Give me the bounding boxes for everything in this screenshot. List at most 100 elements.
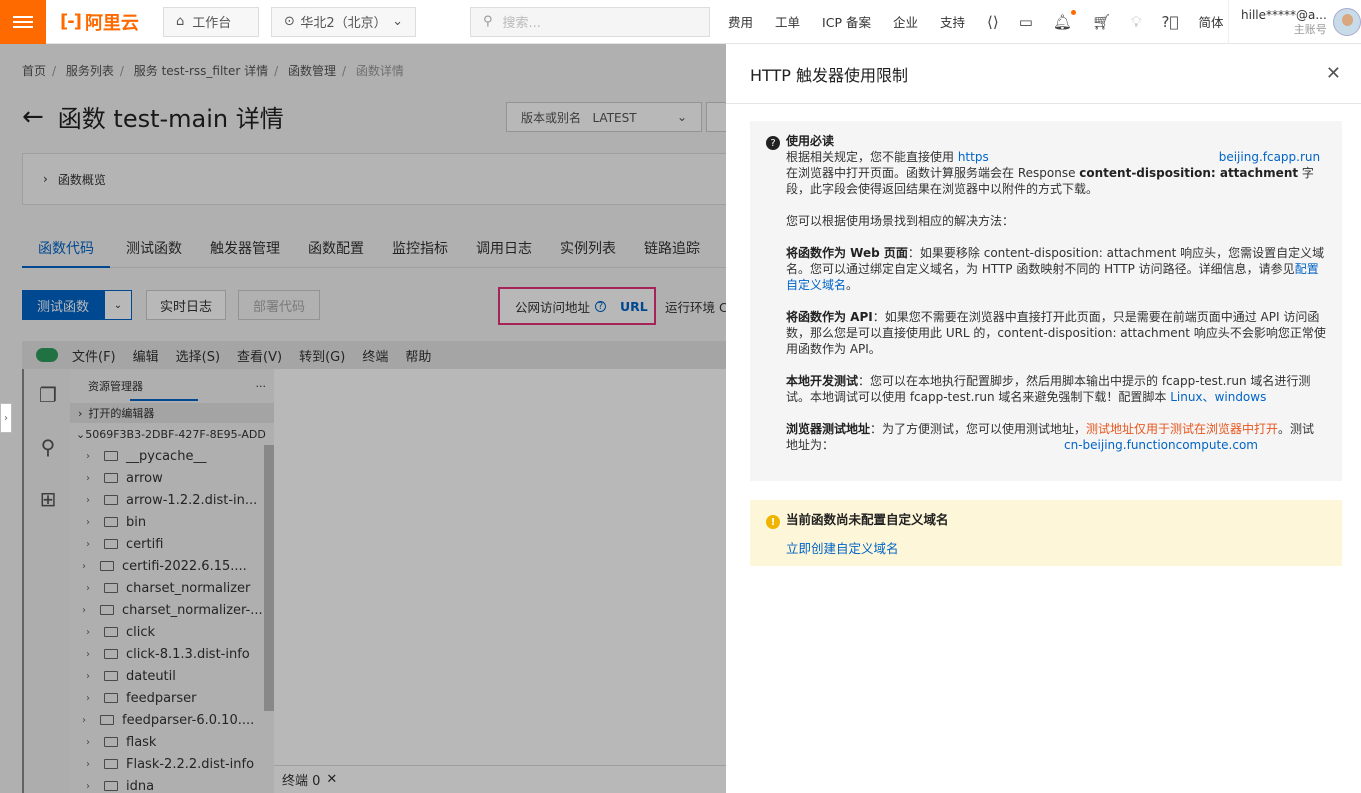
nav-tickets[interactable]: 工单 xyxy=(775,12,800,31)
breadcrumb-service-detail[interactable]: 服务 test-rss_filter 详情 xyxy=(134,64,268,78)
more-icon[interactable]: ··· xyxy=(256,380,267,393)
breadcrumb-home[interactable]: 首页 xyxy=(22,64,46,78)
tree-folder[interactable]: › dateutil xyxy=(70,665,274,687)
linux-script-link[interactable]: Linux xyxy=(1170,390,1202,404)
extensions-icon[interactable]: ⊞ xyxy=(24,473,72,525)
tree-folder[interactable]: › arrow-1.2.2.dist-in... xyxy=(70,489,274,511)
tree-folder[interactable]: › click-8.1.3.dist-info xyxy=(70,643,274,665)
tree-folder[interactable]: › feedparser-6.0.10.... xyxy=(70,709,274,731)
folder-icon xyxy=(104,473,118,483)
region-select[interactable]: ⊙ 华北2（北京） ⌄ xyxy=(271,6,416,37)
tree-folder-label: dateutil xyxy=(126,668,176,684)
tree-folder[interactable]: › charset_normalizer xyxy=(70,577,274,599)
create-custom-domain-link[interactable]: 立即创建自定义域名 xyxy=(786,538,1326,557)
folder-icon xyxy=(104,583,118,593)
code-icon[interactable]: ⟨⟩ xyxy=(987,13,999,31)
cart-icon[interactable]: 🛒︎ xyxy=(1092,13,1111,31)
terminal-icon[interactable]: ▭ xyxy=(1019,13,1033,31)
nav-enterprise[interactable]: 企业 xyxy=(893,12,918,31)
tree-folder[interactable]: › flask xyxy=(70,731,274,753)
tree-folder[interactable]: › __pycache__ xyxy=(70,445,274,467)
test-function-button[interactable]: 测试函数 xyxy=(22,290,104,320)
lightbulb-icon[interactable]: 💡︎ xyxy=(1131,13,1142,31)
help-icon[interactable]: ?⃝ xyxy=(1162,13,1179,31)
nav-fees[interactable]: 费用 xyxy=(728,12,753,31)
tab-metrics[interactable]: 监控指标 xyxy=(392,234,448,268)
tab-logs[interactable]: 调用日志 xyxy=(476,234,532,268)
tab-triggers[interactable]: 触发器管理 xyxy=(210,234,280,268)
ide-menu-view[interactable]: 查看(V) xyxy=(237,346,282,365)
chevron-right-icon: › xyxy=(86,516,90,528)
folder-icon xyxy=(104,649,118,659)
tree-folder[interactable]: › arrow xyxy=(70,467,274,489)
editor-area[interactable] xyxy=(274,369,726,765)
ide-menu-help[interactable]: 帮助 xyxy=(405,346,431,365)
search-icon[interactable]: ⚲ xyxy=(24,421,72,473)
deploy-code-button[interactable]: 部署代码 xyxy=(238,290,320,320)
language-switch[interactable]: 简体 xyxy=(1198,12,1223,31)
notice-paragraph-browser: 浏览器测试地址：为了方便测试，您可以使用测试地址，测试地址仅用于测试在浏览器中打… xyxy=(786,422,1315,452)
nav-support[interactable]: 支持 xyxy=(940,12,965,31)
location-icon: ⊙ xyxy=(284,14,295,29)
version-select[interactable]: 版本或别名 LATEST ⌄ xyxy=(506,102,702,132)
explorer-title: 资源管理器 xyxy=(88,380,143,393)
trigger-url-link[interactable]: https xyxy=(958,150,989,164)
folder-icon xyxy=(100,605,114,615)
tree-folder-label: __pycache__ xyxy=(126,448,207,464)
tab-code[interactable]: 函数代码 xyxy=(22,234,110,268)
notice-title: 使用必读 xyxy=(786,134,835,148)
ide-menu-edit[interactable]: 编辑 xyxy=(133,346,159,365)
tab-tracing[interactable]: 链路追踪 xyxy=(644,234,700,268)
windows-script-link[interactable]: windows xyxy=(1215,390,1267,404)
tree-folder[interactable]: › certifi xyxy=(70,533,274,555)
ide-menubar: 文件(F) 编辑 选择(S) 查看(V) 转到(G) 终端 帮助 xyxy=(22,341,726,369)
workspace-root[interactable]: ⌄ 5069F3B3-2DBF-427F-8E95-ADD xyxy=(70,423,274,445)
bell-icon[interactable]: 🔔︎ xyxy=(1053,9,1076,31)
close-icon[interactable]: ✕ xyxy=(326,772,337,787)
tab-config[interactable]: 函数配置 xyxy=(308,234,364,268)
search-input[interactable]: ⚲ 搜索... xyxy=(470,6,710,37)
tree-folder-label: charset_normalizer-... xyxy=(122,602,263,618)
ide-menu-terminal[interactable]: 终端 xyxy=(362,346,388,365)
aliyun-logo[interactable]: [-] 阿里云 xyxy=(60,9,155,35)
test-dropdown-button[interactable]: ⌄ xyxy=(104,290,132,320)
ide-menu-goto[interactable]: 转到(G) xyxy=(299,346,345,365)
overview-panel[interactable]: › 函数概览 xyxy=(22,153,726,205)
ide-menu-selection[interactable]: 选择(S) xyxy=(176,346,220,365)
tree-folder[interactable]: › feedparser xyxy=(70,687,274,709)
tree-folder-label: Flask-2.2.2.dist-info xyxy=(126,756,255,772)
tab-instances[interactable]: 实例列表 xyxy=(560,234,616,268)
breadcrumb-services[interactable]: 服务列表 xyxy=(66,64,114,78)
chevron-right-icon: › xyxy=(86,626,90,638)
folder-icon xyxy=(104,671,118,681)
notice-paragraph-1: 根据相关规定，您不能直接使用 https beijing.fcapp.run 在浏… xyxy=(786,150,1321,196)
tab-test[interactable]: 测试函数 xyxy=(126,234,182,268)
tree-folder[interactable]: › charset_normalizer-... xyxy=(70,599,274,621)
test-url-link[interactable]: cn-beijing.functioncompute.com xyxy=(1064,438,1258,452)
terminal-tab[interactable]: 终端 0 ✕ xyxy=(274,765,726,793)
tree-folder[interactable]: › idna xyxy=(70,775,274,793)
nav-icp[interactable]: ICP 备案 xyxy=(822,12,871,31)
hamburger-icon xyxy=(13,13,33,31)
http-trigger-drawer: HTTP 触发器使用限制 ✕ ? 使用必读 根据相关规定，您不能直接使用 htt… xyxy=(726,44,1361,793)
realtime-log-button[interactable]: 实时日志 xyxy=(146,290,226,320)
tree-folder[interactable]: › certifi-2022.6.15.... xyxy=(70,555,274,577)
account-menu[interactable]: hille*****@a... 主账号 xyxy=(1228,0,1361,44)
breadcrumb-functions[interactable]: 函数管理 xyxy=(288,64,336,78)
close-icon[interactable]: ✕ xyxy=(1326,63,1341,84)
open-editors-section[interactable]: › 打开的编辑器 xyxy=(70,403,274,423)
url-link[interactable]: URL xyxy=(620,299,648,314)
tree-folder[interactable]: › click xyxy=(70,621,274,643)
ide-menu-file[interactable]: 文件(F) xyxy=(72,346,116,365)
sidebar-expand-button[interactable]: › xyxy=(0,403,12,433)
files-icon[interactable]: ❐ xyxy=(24,369,72,421)
tree-folder[interactable]: › Flask-2.2.2.dist-info xyxy=(70,753,274,775)
help-icon[interactable]: ? xyxy=(595,300,607,312)
back-arrow-icon[interactable]: ← xyxy=(22,102,44,132)
menu-button[interactable] xyxy=(0,0,46,44)
chevron-right-icon: › xyxy=(82,714,86,726)
tree-scrollbar[interactable] xyxy=(264,445,274,711)
workbench-button[interactable]: ⌂ 工作台 xyxy=(163,6,259,37)
refresh-button[interactable] xyxy=(706,102,726,132)
tree-folder[interactable]: › bin xyxy=(70,511,274,533)
